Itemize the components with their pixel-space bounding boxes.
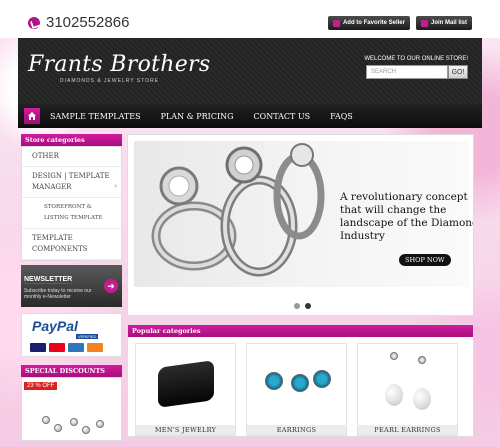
mail-icon: [420, 19, 428, 27]
card-logos: [30, 343, 103, 352]
add-favorite-label: Add to Favorite Seller: [342, 20, 405, 26]
discount-badge: 23 % OFF: [24, 382, 58, 390]
main-nav: SAMPLE TEMPLATES PLAN & PRICING CONTACT …: [18, 104, 482, 128]
arrow-right-icon[interactable]: ➜: [104, 279, 118, 293]
discover-icon: [87, 343, 103, 352]
phone-number: 3102552866: [28, 14, 129, 31]
amex-icon: [68, 343, 84, 352]
blue-stud-image: [291, 374, 309, 392]
main-content: A revolutionary concept that will change…: [127, 134, 474, 437]
store-categories-title: Store categories: [21, 134, 122, 146]
sidebar: Store categories OTHER DESIGN | TEMPLATE…: [21, 134, 122, 441]
category-list: OTHER DESIGN | TEMPLATE MANAGER › STOREF…: [21, 146, 122, 261]
pearl-image: [413, 388, 431, 410]
slider-dots: [294, 303, 311, 309]
popular-categories-title: Popular categories: [128, 325, 473, 337]
search-button[interactable]: GO!: [448, 65, 468, 79]
stud-earring-image: [96, 420, 104, 428]
heart-icon: [332, 19, 340, 27]
hero-headline: A revolutionary concept that will change…: [340, 191, 474, 242]
blue-stud-image: [313, 370, 331, 388]
product-caption: MEN'S JEWELRY: [136, 425, 235, 435]
special-discounts-panel: SPECIAL DISCOUNTS 23 % OFF: [21, 365, 122, 441]
nav-plan-pricing[interactable]: PLAN & PRICING: [161, 112, 234, 121]
welcome-text: WELCOME TO OUR ONLINE STORE!: [364, 56, 468, 62]
category-template-components[interactable]: TEMPLATE COMPONENTS: [22, 229, 121, 260]
join-mail-list-button[interactable]: Join Mail list: [415, 16, 472, 30]
home-icon: [28, 112, 36, 120]
stud-earring-image: [70, 418, 78, 426]
hero-slider: A revolutionary concept that will change…: [127, 134, 474, 316]
paypal-verified-badge[interactable]: PayPal VERIFIED: [21, 313, 122, 357]
shop-now-button[interactable]: SHOP NOW: [399, 254, 451, 266]
category-storefront-listing[interactable]: STOREFRONT & LISTING TEMPLATE: [22, 198, 121, 229]
phone-icon: [28, 16, 40, 29]
join-mail-label: Join Mail list: [430, 20, 467, 26]
diamond-top-image: [390, 352, 398, 360]
nav-sample-templates[interactable]: SAMPLE TEMPLATES: [50, 112, 141, 121]
store-header: Frants Brothers DIAMONDS & JEWELRY STORE…: [18, 38, 482, 104]
newsletter-text: Subscribe today to receive our monthly e…: [24, 288, 92, 300]
special-discounts-title: SPECIAL DISCOUNTS: [21, 365, 122, 377]
search-input[interactable]: SEARCH: [366, 65, 448, 79]
phone-text: 3102552866: [46, 14, 130, 31]
slider-dot[interactable]: [294, 303, 300, 309]
home-button[interactable]: [24, 108, 40, 124]
chevron-right-icon: ›: [114, 182, 117, 190]
product-card-mens-jewelry[interactable]: MEN'S JEWELRY: [135, 343, 236, 436]
product-card-pearl-earrings[interactable]: PEARL EARRINGS: [357, 343, 458, 436]
nav-faqs[interactable]: FAQS: [330, 112, 353, 121]
slider-dot-active[interactable]: [305, 303, 311, 309]
mastercard-icon: [49, 343, 65, 352]
pearl-image: [385, 384, 403, 406]
top-bar: 3102552866 Add to Favorite Seller Join M…: [0, 0, 500, 38]
paypal-logo: PayPal: [32, 318, 78, 334]
product-card-earrings[interactable]: EARRINGS: [246, 343, 347, 436]
stud-earring-image: [82, 426, 90, 434]
add-favorite-seller-button[interactable]: Add to Favorite Seller: [327, 16, 410, 30]
stud-earring-image: [42, 416, 50, 424]
newsletter-title: NEWSLETTER: [24, 276, 73, 284]
newsletter-banner[interactable]: NEWSLETTER Subscribe today to receive ou…: [21, 265, 122, 307]
category-other[interactable]: OTHER: [22, 147, 121, 167]
diamond-rings-image: [151, 143, 325, 277]
popular-categories-panel: Popular categories MEN'S JEWELRY EARRING…: [127, 324, 474, 437]
nav-contact-us[interactable]: CONTACT US: [254, 112, 311, 121]
hero-image: A revolutionary concept that will change…: [134, 141, 473, 287]
category-label: DESIGN | TEMPLATE MANAGER: [32, 172, 110, 191]
black-ring-image: [158, 360, 214, 408]
verified-label: VERIFIED: [76, 334, 99, 339]
store-tagline: DIAMONDS & JEWELRY STORE: [60, 78, 160, 84]
visa-icon: [30, 343, 46, 352]
stud-earring-image: [54, 424, 62, 432]
diamond-top-image: [418, 356, 426, 364]
product-caption: EARRINGS: [247, 425, 346, 435]
top-links: Add to Favorite Seller Join Mail list: [327, 16, 472, 30]
special-discount-item[interactable]: 23 % OFF: [21, 377, 122, 441]
store-logo[interactable]: Frants Brothers: [28, 52, 210, 77]
product-grid: MEN'S JEWELRY EARRINGS PEARL EARRINGS: [128, 337, 473, 442]
product-caption: PEARL EARRINGS: [358, 425, 457, 435]
blue-stud-image: [265, 372, 283, 390]
category-design-template-manager[interactable]: DESIGN | TEMPLATE MANAGER ›: [22, 167, 121, 198]
search-bar: SEARCH GO!: [366, 65, 468, 79]
